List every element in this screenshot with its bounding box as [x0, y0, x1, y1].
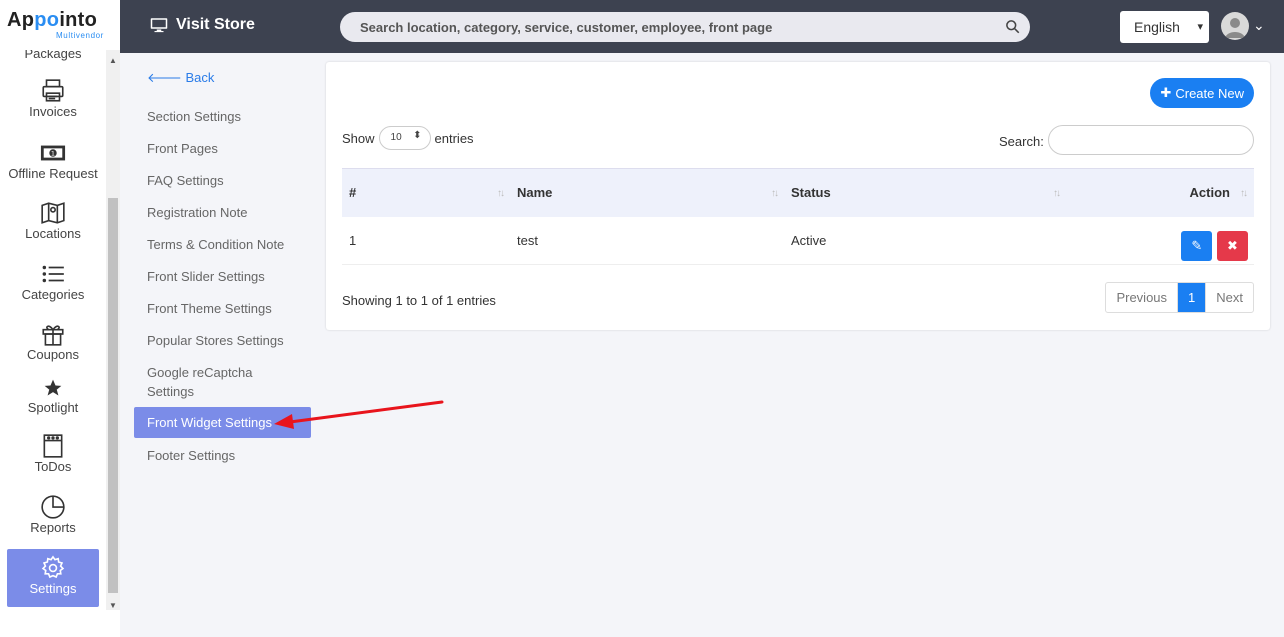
chevron-down-icon: ▾ — [1197, 21, 1203, 33]
widgets-card: ✚ Create New Show 10 ⬍ entries Search: #… — [326, 62, 1270, 330]
pagination-next[interactable]: Next — [1205, 283, 1253, 312]
cell-number: 1 — [342, 216, 511, 265]
submenu-item-front-pages[interactable]: Front Pages — [134, 139, 311, 158]
submenu-item-front-slider-settings[interactable]: Front Slider Settings — [134, 267, 311, 286]
sidebar-item-spotlight[interactable]: Spotlight — [7, 378, 99, 418]
settings-submenu: 🡐 Back Section Settings Front Pages FAQ … — [120, 53, 320, 637]
sort-icon: ↑↓ — [1053, 188, 1061, 199]
chevron-down-icon[interactable]: ⌄ — [1253, 17, 1265, 34]
sidebar-item-label: Spotlight — [27, 400, 79, 415]
submenu-item-popular-stores-settings[interactable]: Popular Stores Settings — [134, 331, 311, 350]
table-search-label: Search: — [999, 134, 1044, 149]
notepad-icon — [7, 433, 99, 459]
visit-store-label: Visit Store — [176, 16, 255, 33]
sort-icon: ↑↓ — [1240, 188, 1248, 199]
cell-name: test — [511, 216, 785, 265]
column-header-status[interactable]: Status ↑↓ — [785, 168, 1067, 217]
submenu-item-front-theme-settings[interactable]: Front Theme Settings — [134, 299, 311, 318]
column-header-action[interactable]: Action ↑↓ — [1067, 168, 1254, 217]
global-search-input[interactable] — [340, 12, 980, 42]
sidebar-item-offline-request[interactable]: 1 Offline Request — [7, 140, 99, 186]
sidebar-item-coupons[interactable]: Coupons — [7, 321, 99, 367]
pie-chart-icon — [7, 494, 99, 520]
submenu-item-registration-note[interactable]: Registration Note — [134, 203, 311, 222]
app-logo[interactable]: Appointo Multivendor — [0, 0, 120, 50]
map-icon — [7, 200, 99, 226]
avatar[interactable] — [1221, 12, 1249, 40]
sidebar-item-settings[interactable]: Settings — [7, 549, 99, 607]
money-icon: 1 — [7, 140, 99, 166]
arrow-left-icon: 🡐 — [147, 70, 182, 85]
global-search — [340, 12, 1030, 42]
sidebar-item-label: Locations — [25, 226, 81, 241]
scrollbar-thumb[interactable] — [108, 198, 118, 593]
pagination-previous[interactable]: Previous — [1106, 283, 1179, 312]
left-sidebar: Packages Invoices 1 Offline Request Loca… — [0, 0, 120, 637]
cell-status: Active — [785, 216, 1067, 265]
sidebar-item-label: Settings — [29, 581, 77, 596]
gift-icon — [7, 321, 99, 347]
sort-icon: ↑↓ — [771, 188, 779, 199]
pagination: Previous 1 Next — [1105, 282, 1254, 313]
close-icon: ✖ — [1227, 238, 1238, 254]
sidebar-item-locations[interactable]: Locations — [7, 200, 99, 246]
sidebar-item-label: Coupons — [26, 347, 80, 362]
pencil-icon: ✎ — [1191, 238, 1203, 254]
edit-button[interactable]: ✎ — [1181, 231, 1213, 262]
sidebar-nav: Packages Invoices 1 Offline Request Loca… — [0, 0, 106, 637]
sidebar-item-categories[interactable]: Categories — [7, 261, 99, 307]
submenu-item-faq-settings[interactable]: FAQ Settings — [134, 171, 311, 190]
sidebar-item-label: ToDos — [34, 459, 72, 474]
cell-actions: ✎ ✖ — [1067, 216, 1254, 265]
sidebar-item-label: Reports — [30, 520, 76, 535]
sidebar-item-label: Categories — [21, 287, 85, 302]
brand-name: Appointo — [7, 9, 98, 31]
delete-button[interactable]: ✖ — [1217, 231, 1248, 262]
sort-arrows-icon: ⬍ — [413, 130, 422, 141]
column-header-number[interactable]: # ↑↓ — [342, 168, 511, 217]
sidebar-item-reports[interactable]: Reports — [7, 494, 99, 540]
gear-icon — [7, 555, 99, 581]
pagination-page-1[interactable]: 1 — [1178, 283, 1206, 312]
plus-icon: ✚ — [1160, 85, 1172, 100]
sort-icon: ↑↓ — [497, 188, 505, 199]
column-header-name[interactable]: Name ↑↓ — [511, 168, 785, 217]
table-info: Showing 1 to 1 of 1 entries — [342, 293, 496, 308]
scroll-down-icon[interactable]: ▼ — [109, 601, 117, 610]
language-value: English — [1134, 19, 1180, 35]
show-entries: Show 10 ⬍ entries — [342, 126, 474, 150]
table-search-input[interactable] — [1048, 125, 1254, 155]
top-bar: Visit Store English ▾ ⌄ — [120, 0, 1284, 53]
search-icon[interactable] — [1005, 19, 1020, 34]
scroll-up-icon[interactable]: ▲ — [109, 56, 117, 65]
sidebar-item-label: Offline Request — [8, 166, 98, 181]
submenu-item-google-recaptcha-settings[interactable]: Google reCaptcha Settings — [134, 363, 274, 401]
visit-store-link[interactable]: Visit Store — [150, 16, 255, 34]
brand-subtitle: Multivendor — [56, 31, 104, 40]
table-row: 1 test Active ✎ ✖ — [342, 216, 1254, 265]
sidebar-item-invoices[interactable]: Invoices — [7, 78, 99, 124]
annotation-arrow-icon — [274, 400, 444, 429]
sidebar-scrollbar[interactable]: ▲ ▼ — [106, 50, 120, 610]
entries-per-page-select[interactable]: 10 ⬍ — [378, 126, 431, 150]
monitor-icon — [150, 18, 168, 33]
star-icon — [7, 378, 99, 400]
printer-icon — [7, 78, 99, 104]
svg-text:1: 1 — [51, 149, 55, 157]
list-icon — [7, 261, 99, 287]
sidebar-item-todos[interactable]: ToDos — [7, 433, 99, 479]
sidebar-item-label: Invoices — [29, 104, 77, 119]
submenu-item-section-settings[interactable]: Section Settings — [134, 107, 311, 126]
back-link[interactable]: 🡐 Back — [147, 70, 214, 86]
submenu-item-terms-condition-note[interactable]: Terms & Condition Note — [134, 235, 311, 254]
language-select[interactable]: English ▾ — [1120, 11, 1209, 43]
widgets-table: # ↑↓ Name ↑↓ Status ↑↓ Action ↑↓ 1 test Acti… — [342, 168, 1254, 265]
submenu-item-footer-settings[interactable]: Footer Settings — [134, 446, 311, 465]
create-new-button[interactable]: ✚ Create New — [1150, 78, 1254, 108]
